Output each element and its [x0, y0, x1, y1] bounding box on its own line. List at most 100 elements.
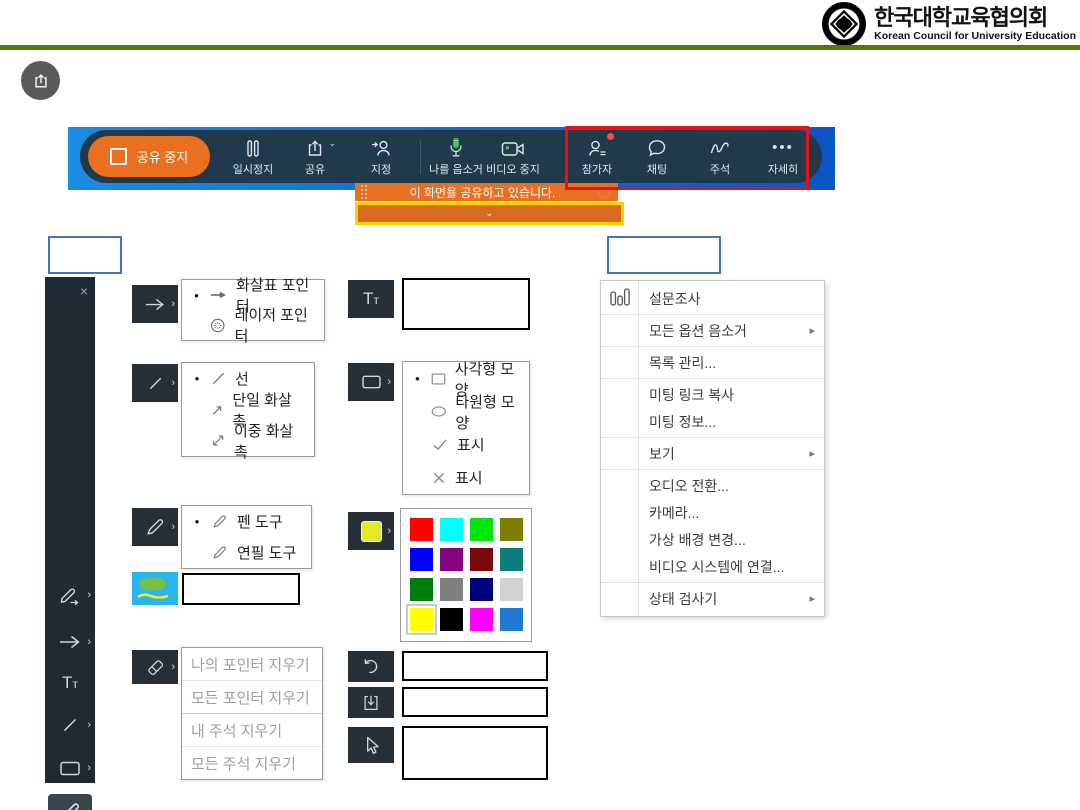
- toolbar-item-stop-video[interactable]: 비디오 중지: [481, 136, 545, 177]
- save-button[interactable]: [348, 687, 394, 718]
- arrow-pointer-icon: [210, 289, 227, 301]
- double-arrowhead-icon: [211, 433, 225, 448]
- menu-item-oval-shape[interactable]: 타원형 모양: [403, 395, 529, 428]
- health-checker-label: 상태 검사기: [649, 589, 717, 609]
- menu-item-pencil-tool[interactable]: 연필 도구: [182, 537, 311, 568]
- erase-all-annotations-label: 모든 주석 지우기: [191, 753, 296, 774]
- camera-label: 카메라...: [649, 503, 699, 523]
- color-swatch[interactable]: [500, 518, 523, 541]
- color-swatch[interactable]: [440, 518, 463, 541]
- stop-sharing-button[interactable]: 공유 중지: [88, 136, 210, 177]
- toolbar-item-assign[interactable]: 지정: [349, 136, 413, 177]
- rectangle-icon: [361, 374, 382, 390]
- assign-icon: [370, 136, 393, 158]
- line-tool-button[interactable]: ›: [132, 364, 178, 402]
- menu-item-double-arrowhead[interactable]: 이중 화살촉: [182, 425, 314, 456]
- share-screen-button[interactable]: [21, 61, 60, 100]
- menu-item-x-mark[interactable]: 표시: [403, 461, 529, 494]
- oval-shape-label: 타원형 모양: [455, 391, 519, 433]
- color-swatch[interactable]: [440, 608, 463, 631]
- menu-item-camera[interactable]: 카메라...: [601, 499, 824, 526]
- color-swatch[interactable]: [500, 608, 523, 631]
- color-swatch[interactable]: [500, 548, 523, 571]
- pen-icon: [58, 800, 82, 810]
- pen-menu: • 펜 도구 연필 도구: [181, 505, 312, 569]
- annotation-sidebar: × › › Tт › › › ›: [45, 277, 95, 783]
- more-context-menu: 설문조사 모든 옵션 음소거 ▸ 목록 관리... 미팅 링크 복사 미팅 정보.…: [600, 280, 825, 617]
- chevron-right-icon: ›: [171, 298, 175, 310]
- chevron-right-icon: ›: [171, 521, 175, 533]
- menu-item-erase-my-annotations[interactable]: 내 주석 지우기: [182, 714, 322, 746]
- menu-item-erase-all-pointers[interactable]: 모든 포인터 지우기: [182, 681, 322, 713]
- sidebar-pointer-tool[interactable]: ›: [45, 578, 95, 612]
- menu-item-mute-all-options[interactable]: 모든 옵션 음소거 ▸: [601, 317, 824, 344]
- submenu-arrow-icon: ▸: [809, 592, 815, 605]
- chevron-right-icon: ›: [387, 376, 391, 388]
- sidebar-arrow-tool[interactable]: ›: [45, 625, 95, 659]
- chevron-right-icon: ›: [87, 806, 91, 810]
- color-swatch[interactable]: [410, 518, 433, 541]
- menu-item-connect-video-system[interactable]: 비디오 시스템에 연결...: [601, 553, 824, 580]
- color-swatch[interactable]: [410, 578, 433, 601]
- manage-list-label: 목록 관리...: [649, 353, 716, 373]
- toolbar-item-pause[interactable]: 일시정지: [221, 136, 285, 177]
- eraser-tool-button[interactable]: ›: [132, 650, 178, 684]
- color-swatch[interactable]: [470, 608, 493, 631]
- menu-item-pen-tool[interactable]: • 펜 도구: [182, 506, 311, 537]
- text-tool-button[interactable]: Tт: [348, 280, 394, 318]
- mute-label: 나를 음소거: [429, 161, 483, 177]
- double-arrowhead-label: 이중 화살촉: [234, 420, 304, 462]
- menu-item-change-virtual-background[interactable]: 가상 배경 변경...: [601, 526, 824, 553]
- color-swatch[interactable]: [500, 578, 523, 601]
- color-swatch[interactable]: [470, 578, 493, 601]
- pen-tool-button[interactable]: ›: [132, 508, 178, 546]
- menu-item-laser-pointer[interactable]: 레이저 포인터: [182, 310, 324, 340]
- menu-item-switch-audio[interactable]: 오디오 전환...: [601, 472, 824, 499]
- menu-item-manage-list[interactable]: 목록 관리...: [601, 349, 824, 376]
- meeting-info-label: 미팅 정보...: [649, 412, 716, 432]
- color-swatch[interactable]: [440, 578, 463, 601]
- rectangle-icon: [59, 760, 81, 777]
- pause-label: 일시정지: [233, 161, 273, 177]
- menu-item-check-mark[interactable]: 표시: [403, 428, 529, 461]
- laser-pointer-label: 레이저 포인터: [235, 304, 314, 346]
- close-icon[interactable]: ×: [80, 285, 88, 297]
- sidebar-shape-tool[interactable]: ›: [45, 751, 95, 785]
- toolbar-item-share[interactable]: ⌄ 공유: [283, 136, 347, 177]
- drag-handle-icon[interactable]: [361, 185, 368, 200]
- text-tool-icon: Tт: [62, 673, 78, 693]
- line-icon: [61, 716, 79, 734]
- menu-item-view[interactable]: 보기▸: [601, 440, 824, 467]
- arrow-icon: [58, 634, 82, 650]
- cursor-button[interactable]: [348, 727, 394, 763]
- menu-item-meeting-info[interactable]: 미팅 정보...: [601, 408, 824, 435]
- banner-expand-bar[interactable]: ⌄: [355, 202, 624, 225]
- color-swatch[interactable]: [470, 518, 493, 541]
- menu-item-erase-all-annotations[interactable]: 모든 주석 지우기: [182, 747, 322, 779]
- arrow-tool-button[interactable]: ›: [132, 285, 178, 323]
- stop-video-label: 비디오 중지: [486, 161, 540, 177]
- chevron-right-icon: ›: [87, 762, 91, 774]
- color-tool-button[interactable]: ›: [348, 512, 394, 550]
- sidebar-line-tool[interactable]: ›: [45, 708, 95, 742]
- color-swatch[interactable]: [440, 548, 463, 571]
- color-swatch[interactable]: [410, 548, 433, 571]
- undo-button[interactable]: [348, 651, 394, 682]
- erase-all-pointers-label: 모든 포인터 지우기: [191, 687, 310, 708]
- pen-icon: [211, 513, 228, 530]
- save-icon: [361, 693, 381, 713]
- toolbar-item-mute[interactable]: 나를 음소거: [424, 136, 488, 177]
- sidebar-pen-tool[interactable]: ›: [45, 795, 95, 810]
- color-swatch-selected[interactable]: [410, 608, 433, 631]
- save-note-box: [402, 687, 548, 717]
- menu-item-copy-meeting-link[interactable]: 미팅 링크 복사: [601, 381, 824, 408]
- rectangle-icon: [431, 372, 446, 386]
- menu-item-erase-my-pointer[interactable]: 나의 포인터 지우기: [182, 648, 322, 680]
- mute-all-options-label: 모든 옵션 음소거: [649, 321, 747, 341]
- submenu-arrow-icon: ▸: [809, 324, 815, 337]
- color-swatch[interactable]: [470, 548, 493, 571]
- sidebar-text-tool[interactable]: Tт: [45, 666, 95, 700]
- shape-tool-button[interactable]: ›: [348, 363, 394, 401]
- menu-item-survey[interactable]: 설문조사: [601, 285, 824, 312]
- menu-item-health-checker[interactable]: 상태 검사기 ▸: [601, 585, 824, 612]
